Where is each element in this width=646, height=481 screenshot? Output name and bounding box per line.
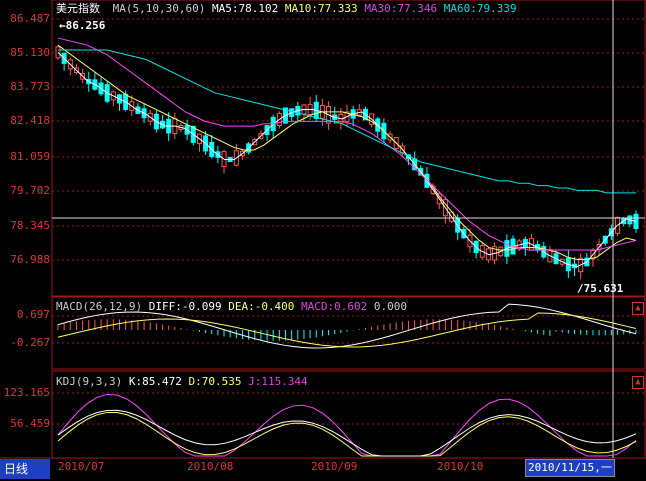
main-y-tick: 78.345 (10, 219, 50, 232)
main-y-tick: 86.487 (10, 12, 50, 25)
ma-line-ma10 (57, 44, 637, 260)
macd-tick-top: 0.697 (16, 308, 50, 321)
instrument-title: 美元指数 (56, 2, 100, 15)
low-marker-arrow: / (577, 282, 584, 295)
period-button[interactable]: 日线 (0, 459, 50, 479)
main-header: 美元指数 MA(5,10,30,60) MA5:78.102 MA10:77.3… (56, 2, 517, 15)
cursor-date-label: 2010/11/15,一 (525, 459, 615, 477)
macd-tick-bottom: -0.267 (10, 336, 50, 349)
d-value: D:70.535 (188, 375, 242, 388)
main-y-tick: 76.988 (10, 253, 50, 266)
macd-header: MACD(26,12,9) DIFF:-0.099 DEA:-0.400 MAC… (56, 300, 407, 313)
main-y-tick: 83.773 (10, 80, 50, 93)
kdj-params-label: KDJ(9,3,3) (56, 375, 123, 388)
kdj-expand-button[interactable]: ▲ (632, 376, 644, 389)
ma5-value: MA5:78.102 (211, 2, 279, 15)
x-date-aug: 2010/08 (187, 460, 234, 473)
ma60-value: MA60:79.339 (443, 2, 517, 15)
k-value: K:85.472 (128, 375, 182, 388)
ma30-value: MA30:77.346 (364, 2, 438, 15)
chart-canvas[interactable] (0, 0, 646, 481)
j-value: J:115.344 (248, 375, 308, 388)
x-date-sep: 2010/09 (311, 460, 358, 473)
ma-params-label: MA(5,10,30,60) (112, 2, 206, 15)
j-line (57, 393, 637, 457)
main-y-tick: 82.418 (10, 114, 50, 127)
dea-value: DEA:-0.400 (228, 300, 295, 313)
kdj-header: KDJ(9,3,3) K:85.472 D:70.535 J:115.344 (56, 375, 308, 388)
x-date-jul: 2010/07 (58, 460, 105, 473)
low-marker: /75.631 (577, 282, 624, 295)
diff-value: DIFF:-0.099 (148, 300, 222, 313)
stock-chart-window: { "main": { "title": "美元指数", "ma_label":… (0, 0, 646, 481)
main-y-tick: 79.702 (10, 184, 50, 197)
k-line (57, 409, 637, 457)
ma-line-ma5 (57, 51, 637, 268)
x-date-oct: 2010/10 (437, 460, 484, 473)
high-marker-arrow: ← (59, 19, 66, 32)
ma10-value: MA10:77.333 (284, 2, 358, 15)
kdj-tick-bottom: 56.459 (10, 417, 50, 430)
main-y-tick: 81.059 (10, 150, 50, 163)
macd-params-label: MACD(26,12,9) (56, 300, 143, 313)
high-marker: ←86.256 (59, 19, 106, 32)
macd-expand-button[interactable]: ▲ (632, 302, 644, 315)
kdj-tick-top: 123.165 (3, 386, 50, 399)
macd-extra-value: 0.000 (373, 300, 408, 313)
macd-value: MACD:0.602 (301, 300, 368, 313)
main-y-tick: 85.130 (10, 46, 50, 59)
